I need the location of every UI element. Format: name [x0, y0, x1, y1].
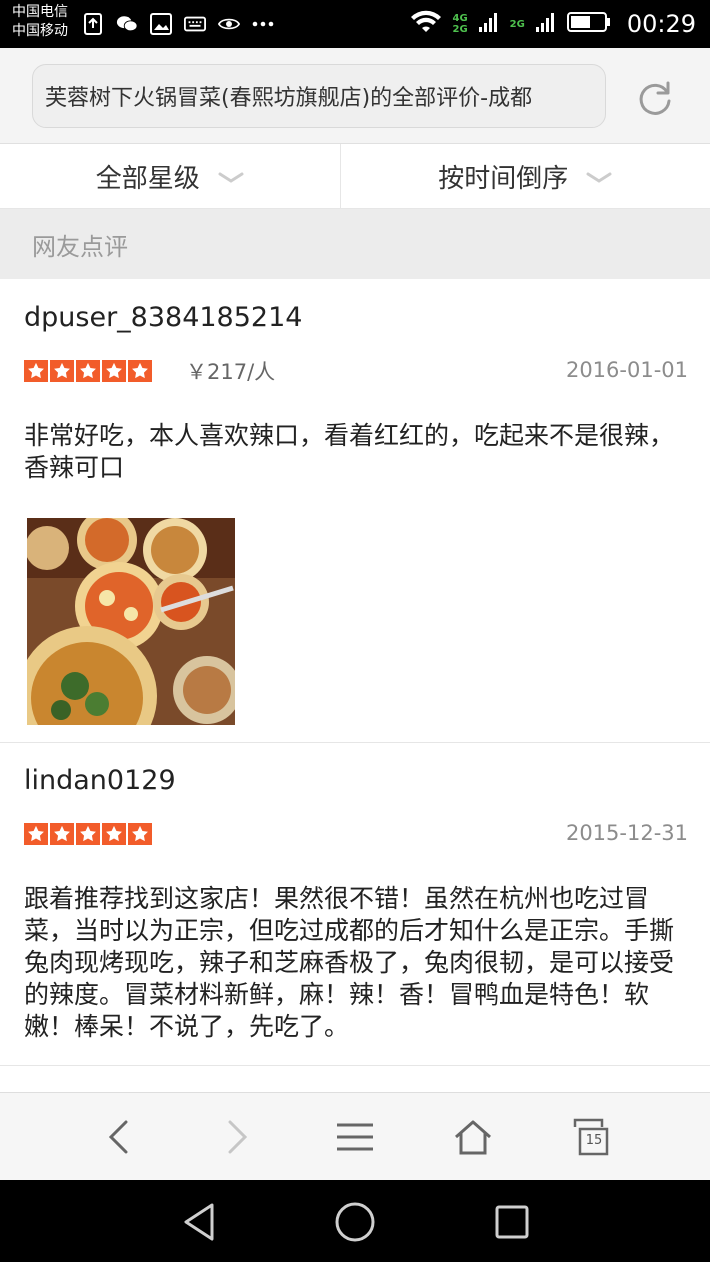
- android-nav-bar: [0, 1180, 710, 1262]
- wifi-icon: [410, 10, 442, 38]
- star-icon: [50, 360, 74, 382]
- more-icon: [252, 13, 274, 35]
- home-icon[interactable]: [448, 1113, 498, 1161]
- menu-icon[interactable]: [330, 1113, 380, 1161]
- star-icon: [128, 823, 152, 845]
- carrier-labels: 中国电信 中国移动: [12, 3, 68, 41]
- chevron-down-icon: [218, 161, 244, 191]
- clock: 00:29: [626, 10, 696, 38]
- review-date: 2015-12-31: [565, 821, 688, 845]
- network-type-top: 4G: [452, 13, 468, 24]
- keyboard-icon: [184, 13, 206, 35]
- eye-icon: [218, 13, 240, 35]
- notification-icons: [82, 10, 274, 38]
- star-rating: [24, 360, 152, 382]
- wechat-icon: [116, 13, 138, 35]
- network-type: 4G 2G: [452, 13, 467, 35]
- sort-filter-dropdown[interactable]: 按时间倒序: [339, 144, 710, 208]
- star-icon: [76, 823, 100, 845]
- review-item: lindan0129 2015-12-31 跟着推荐找到这家店！果然很不错！虽然…: [0, 743, 710, 1066]
- address-bar: 芙蓉树下火锅冒菜(春熙坊旗舰店)的全部评价-成都: [0, 48, 710, 144]
- network-type-bottom: 2G: [452, 24, 468, 35]
- tabs-icon[interactable]: 15: [566, 1113, 616, 1161]
- upload-notification-icon: [82, 13, 104, 35]
- section-header: 网友点评: [0, 209, 710, 279]
- nav-recents-icon[interactable]: [489, 1199, 535, 1245]
- filter-bar: 全部星级 按时间倒序: [0, 144, 710, 209]
- network-type-2: 2G: [509, 18, 525, 30]
- nav-back-icon[interactable]: [176, 1199, 222, 1245]
- nav-home-icon[interactable]: [332, 1199, 378, 1245]
- status-right: 4G 2G 2G 00:29: [410, 0, 696, 48]
- signal-2-icon: [535, 11, 557, 37]
- review-text: 跟着推荐找到这家店！果然很不错！虽然在杭州也吃过冒菜，当时以为正宗，但吃过成都的…: [24, 884, 675, 1041]
- tab-count: 15: [585, 1133, 603, 1148]
- review-photo[interactable]: [27, 518, 235, 725]
- refresh-icon[interactable]: [632, 76, 678, 122]
- star-icon: [128, 360, 152, 382]
- sort-filter-label: 按时间倒序: [438, 163, 569, 194]
- star-icon: [50, 823, 74, 845]
- chevron-down-icon: [586, 161, 612, 191]
- status-bar: 中国电信 中国移动 4G 2G 2G 00:29: [0, 0, 710, 48]
- browser-toolbar: 15: [0, 1092, 710, 1181]
- review-item: dpuser_8384185214 ￥217/人 2016-01-01 非常好吃…: [0, 280, 710, 743]
- review-username[interactable]: dpuser_8384185214: [24, 302, 302, 333]
- star-icon: [76, 360, 100, 382]
- screen: 中国电信 中国移动 4G 2G 2G 00:29 芙蓉树下火锅冒菜(春熙坊旗舰店…: [0, 0, 710, 1262]
- review-username[interactable]: lindan0129: [24, 765, 176, 796]
- carrier-2: 中国移动: [12, 23, 68, 39]
- star-icon: [24, 360, 48, 382]
- url-field[interactable]: 芙蓉树下火锅冒菜(春熙坊旗舰店)的全部评价-成都: [32, 64, 606, 128]
- star-icon: [102, 360, 126, 382]
- section-title: 网友点评: [32, 232, 128, 261]
- url-text: 芙蓉树下火锅冒菜(春熙坊旗舰店)的全部评价-成都: [45, 86, 533, 111]
- forward-icon[interactable]: [212, 1113, 262, 1161]
- carrier-1: 中国电信: [12, 4, 68, 20]
- signal-icon: [478, 11, 500, 37]
- star-rating: [24, 823, 152, 845]
- back-icon[interactable]: [94, 1113, 144, 1161]
- review-date: 2016-01-01: [565, 358, 688, 382]
- battery-icon: [566, 11, 611, 37]
- rating-filter-label: 全部星级: [95, 163, 200, 194]
- rating-filter-dropdown[interactable]: 全部星级: [0, 144, 340, 208]
- review-text: 非常好吃，本人喜欢辣口，看着红红的，吃起来不是很辣，香辣可口: [24, 421, 675, 482]
- price-per-person: ￥217/人: [186, 360, 276, 384]
- star-icon: [102, 823, 126, 845]
- star-icon: [24, 823, 48, 845]
- image-icon: [150, 13, 172, 35]
